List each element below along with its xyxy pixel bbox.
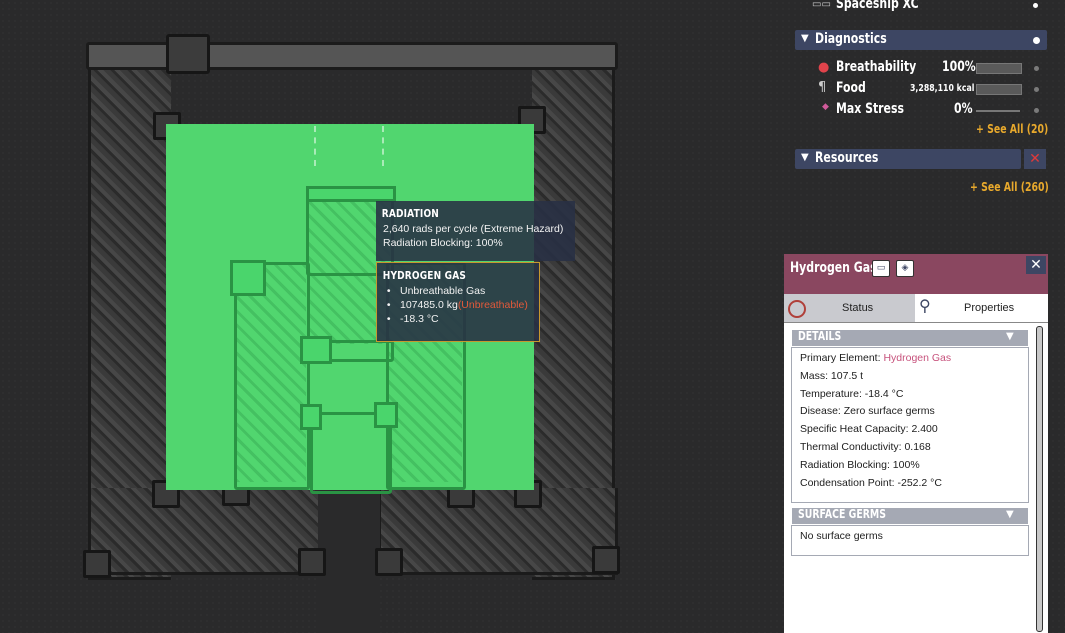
property-disease: Disease: Zero surface germs (800, 405, 935, 418)
corner-cap (375, 548, 403, 576)
tab-divider (784, 322, 1048, 323)
section-title: SURFACE GERMS (798, 507, 886, 521)
rocket-icon: ▭▭ (812, 0, 831, 10)
ceiling-hook (166, 34, 210, 74)
corner-cap (83, 550, 111, 578)
status-dot (1034, 66, 1039, 71)
diagnostic-food[interactable]: ¶ Food 3,288,110 kcal (810, 80, 1048, 99)
tab-label: Status (842, 302, 874, 314)
gas-state: Unbreathable Gas (400, 285, 486, 297)
radiation-tooltip-title: RADIATION (381, 207, 439, 220)
codex-book-icon[interactable]: ▭ (872, 260, 890, 277)
bottom-right-wall-tiles[interactable] (378, 488, 618, 575)
element-info-icon[interactable]: ◈ (896, 260, 914, 277)
property-label: Primary Element: (800, 352, 884, 364)
magnifier-icon: ⚲ (919, 298, 931, 315)
resources-close-icon[interactable]: ✕ (1024, 149, 1046, 169)
diagnostic-stress[interactable]: ◆ Max Stress 0% (810, 101, 1048, 120)
status-dot (1034, 108, 1039, 113)
bottom-left-wall-tiles[interactable] (88, 488, 326, 575)
inner-block-left (234, 262, 310, 490)
selection-marker (382, 126, 384, 166)
status-dot (1034, 87, 1039, 92)
property-shc: Specific Heat Capacity: 2.400 (800, 423, 938, 436)
gas-temperature: -18.3 °C (400, 313, 439, 325)
tab-properties[interactable]: ⚲ Properties (915, 294, 1048, 322)
resources-header[interactable]: ▼ Resources (795, 149, 1021, 169)
panel-scrollbar[interactable] (1036, 326, 1043, 632)
collapse-triangle-icon: ▼ (801, 152, 809, 163)
panel-header: Hydrogen Gas ▭ ◈ ✕ (784, 254, 1048, 294)
fork-knife-icon: ¶ (818, 80, 827, 95)
details-panel[interactable]: Hydrogen Gas ▭ ◈ ✕ Status ⚲ Properties D… (784, 254, 1048, 633)
tooltip-list-item: • Unbreathable Gas (384, 285, 486, 297)
inner-crenel (300, 404, 322, 430)
diagnostic-value: 3,288,110 kcal (910, 83, 975, 94)
lungs-icon: ● (818, 60, 830, 75)
selection-marker (314, 126, 316, 166)
tab-label: Properties (964, 302, 1015, 314)
details-section: Primary Element: Hydrogen Gas Mass: 107.… (791, 347, 1029, 503)
diagnostic-value: 100% (942, 59, 976, 75)
collapse-triangle-icon: ▼ (1006, 509, 1014, 520)
diagnostics-header[interactable]: ▼ Diagnostics (795, 30, 1047, 50)
diagnostics-status-dot (1033, 37, 1040, 44)
germs-section-header[interactable]: SURFACE GERMS ▼ (792, 507, 1028, 524)
close-icon[interactable]: ✕ (1026, 256, 1046, 274)
breathability-meter (976, 63, 1022, 74)
inner-crenel (300, 336, 332, 364)
diagnostic-label: Max Stress (836, 101, 904, 117)
germs-section: No surface germs (791, 525, 1029, 556)
hydrogen-tooltip-title: HYDROGEN GAS (382, 269, 467, 282)
radiation-blocking: Radiation Blocking: 100% (383, 237, 503, 249)
spaceship-row[interactable]: ▭▭ Spaceship XC (812, 0, 1046, 14)
room-doorway-gap (318, 490, 380, 633)
diagnostic-breathability[interactable]: ● Breathability 100% (810, 59, 1048, 78)
diagnostics-title: Diagnostics (815, 31, 887, 47)
primary-element-row: Primary Element: Hydrogen Gas (792, 350, 1028, 368)
corner-cap (592, 546, 620, 574)
section-title: DETAILS (798, 329, 842, 343)
ship-status-dot (1033, 3, 1038, 8)
collapse-triangle-icon: ▼ (801, 33, 809, 44)
food-meter (976, 84, 1022, 95)
property-condensation-point: Condensation Point: -252.2 °C (800, 476, 942, 489)
status-icon (788, 300, 806, 318)
corner-cap (298, 548, 326, 576)
tooltip-list-item: • 107485.0 kg(Unbreathable) (384, 299, 528, 311)
details-section-header[interactable]: DETAILS ▼ (792, 329, 1028, 346)
panel-title: Hydrogen Gas (790, 260, 877, 276)
tooltip-list-item: • -18.3 °C (384, 313, 439, 325)
unbreathable-warning: (Unbreathable) (457, 299, 528, 311)
radiation-rate: 2,640 rads per cycle (Extreme Hazard) (383, 223, 564, 235)
property-thermal-conductivity: Thermal Conductivity: 0.168 (800, 440, 931, 453)
radiation-tooltip: RADIATION 2,640 rads per cycle (Extreme … (376, 201, 575, 261)
resources-title: Resources (815, 150, 879, 166)
resources-see-all-link[interactable]: + See All (260) (970, 180, 1065, 194)
germs-text: No surface germs (800, 530, 883, 542)
gas-mass: 107485.0 kg (400, 299, 458, 311)
collapse-triangle-icon: ▼ (1006, 331, 1014, 342)
stress-icon: ◆ (822, 102, 829, 112)
diagnostic-label: Breathability (836, 59, 917, 75)
stress-meter (976, 110, 1020, 112)
diagnostics-see-all-link[interactable]: + See All (20) (976, 122, 1065, 136)
element-link[interactable]: Hydrogen Gas (883, 352, 951, 364)
property-temperature: Temperature: -18.4 °C (800, 387, 904, 400)
ship-name: Spaceship XC (836, 0, 919, 12)
tab-status[interactable]: Status (784, 294, 915, 322)
property-radiation-blocking: Radiation Blocking: 100% (800, 458, 920, 471)
diagnostic-value: 0% (954, 101, 973, 117)
hydrogen-tooltip: HYDROGEN GAS • Unbreathable Gas • 107485.0… (376, 262, 540, 342)
inner-crenel (374, 402, 398, 428)
inner-crenel (230, 260, 266, 296)
property-mass: Mass: 107.5 t (800, 369, 864, 382)
diagnostic-label: Food (836, 80, 866, 96)
inner-crenel (306, 186, 396, 202)
